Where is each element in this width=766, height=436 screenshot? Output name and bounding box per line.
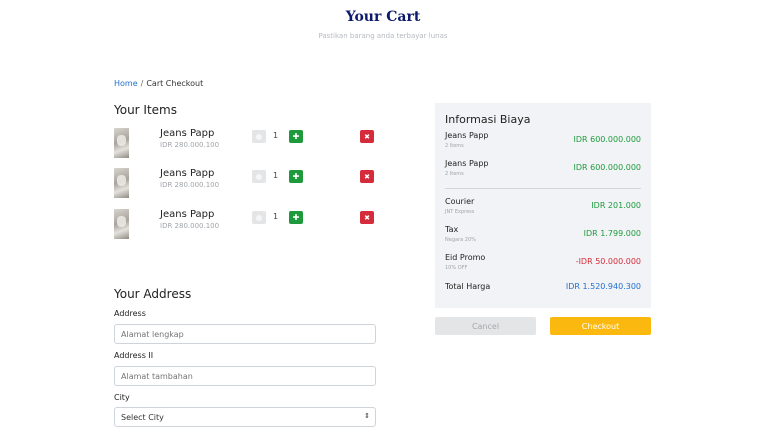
- courier-value: IDR 201.000: [591, 201, 641, 210]
- minus-circle-icon: [256, 133, 262, 140]
- summary-divider: [445, 188, 641, 189]
- page-subtitle: Pastikan barang anda terbayar lunas: [318, 32, 448, 40]
- promo-sub: 10% OFF: [445, 265, 468, 271]
- remove-item-button[interactable]: ✖: [360, 170, 374, 183]
- close-circle-icon: ✖: [364, 172, 370, 181]
- cart-item: Jeans Papp IDR 280.000.100 1 ✚ ✖: [114, 168, 380, 200]
- summary-title: Informasi Biaya: [445, 113, 531, 126]
- breadcrumb-separator: /: [140, 79, 144, 88]
- decrease-qty-button[interactable]: [252, 130, 266, 143]
- summary-tax-row: Tax Negara 20% IDR 1.799.000: [445, 225, 641, 247]
- page-title: Your Cart: [345, 9, 421, 25]
- items-section-title: Your Items: [114, 103, 177, 117]
- product-thumbnail: [114, 128, 129, 158]
- item-quantity: 1: [273, 212, 279, 221]
- plus-circle-icon: ✚: [292, 172, 300, 181]
- breadcrumb-home-link[interactable]: Home: [114, 79, 138, 88]
- close-circle-icon: ✖: [364, 213, 370, 222]
- item-price: IDR 280.000.100: [160, 181, 220, 189]
- summary-line-sub: 2 Items: [445, 143, 464, 149]
- item-name: Jeans Papp: [160, 209, 215, 220]
- cart-item: Jeans Papp IDR 280.000.100 1 ✚ ✖: [114, 128, 380, 160]
- summary-line-label: Jeans Papp: [445, 131, 489, 140]
- city-label: City: [114, 393, 130, 402]
- promo-label: Eid Promo: [445, 253, 486, 262]
- total-label: Total Harga: [445, 282, 491, 291]
- tax-value: IDR 1.799.000: [583, 229, 641, 238]
- product-thumbnail: [114, 168, 129, 198]
- summary-line-sub: 2 Items: [445, 171, 464, 177]
- product-thumbnail: [114, 209, 129, 239]
- promo-value: -IDR 50.000.000: [575, 257, 641, 266]
- cart-item: Jeans Papp IDR 280.000.100 1 ✚ ✖: [114, 209, 380, 241]
- total-value: IDR 1.520.940.300: [565, 282, 641, 291]
- checkout-button[interactable]: Checkout: [550, 317, 651, 335]
- courier-label: Courier: [445, 197, 475, 206]
- summary-line-value: IDR 600.000.000: [573, 135, 641, 144]
- item-name: Jeans Papp: [160, 168, 215, 179]
- summary-line-label: Jeans Papp: [445, 159, 489, 168]
- remove-item-button[interactable]: ✖: [360, 211, 374, 224]
- decrease-qty-button[interactable]: [252, 211, 266, 224]
- summary-total-row: Total Harga IDR 1.520.940.300: [445, 278, 641, 300]
- summary-line-item: Jeans Papp 2 Items IDR 600.000.000: [445, 159, 641, 181]
- close-circle-icon: ✖: [364, 132, 370, 141]
- cancel-button[interactable]: Cancel: [435, 317, 536, 335]
- address2-label: Address II: [114, 351, 154, 360]
- courier-sub: JNT Express: [445, 209, 475, 215]
- remove-item-button[interactable]: ✖: [360, 130, 374, 143]
- summary-promo-row: Eid Promo 10% OFF -IDR 50.000.000: [445, 253, 641, 275]
- select-arrows-icon: ⇕: [364, 412, 370, 420]
- address2-input[interactable]: [114, 366, 376, 386]
- city-select[interactable]: Select City ⇕: [114, 407, 376, 427]
- item-quantity: 1: [273, 131, 279, 140]
- plus-circle-icon: ✚: [292, 132, 300, 141]
- address-section-title: Your Address: [114, 287, 192, 301]
- item-price: IDR 280.000.100: [160, 222, 220, 230]
- item-quantity: 1: [273, 171, 279, 180]
- summary-line-value: IDR 600.000.000: [573, 163, 641, 172]
- breadcrumb: Home / Cart Checkout: [114, 79, 203, 88]
- summary-line-item: Jeans Papp 2 Items IDR 600.000.000: [445, 131, 641, 153]
- minus-circle-icon: [256, 173, 262, 180]
- address-input[interactable]: [114, 324, 376, 344]
- increase-qty-button[interactable]: ✚: [289, 130, 303, 143]
- item-name: Jeans Papp: [160, 128, 215, 139]
- increase-qty-button[interactable]: ✚: [289, 170, 303, 183]
- cost-summary-panel: Informasi Biaya Jeans Papp 2 Items IDR 6…: [435, 103, 651, 308]
- breadcrumb-current: Cart Checkout: [146, 79, 204, 88]
- tax-label: Tax: [445, 225, 459, 234]
- minus-circle-icon: [256, 214, 262, 221]
- summary-courier-row: Courier JNT Express IDR 201.000: [445, 197, 641, 219]
- item-price: IDR 280.000.100: [160, 141, 220, 149]
- city-select-value: Select City: [121, 412, 164, 422]
- increase-qty-button[interactable]: ✚: [289, 211, 303, 224]
- address-label: Address: [114, 309, 146, 318]
- tax-sub: Negara 20%: [445, 237, 476, 243]
- plus-circle-icon: ✚: [292, 213, 300, 222]
- decrease-qty-button[interactable]: [252, 170, 266, 183]
